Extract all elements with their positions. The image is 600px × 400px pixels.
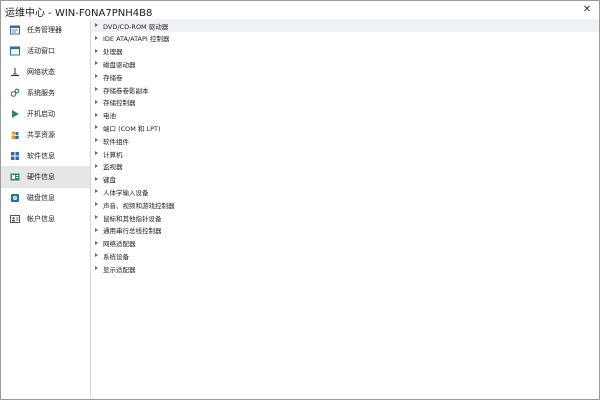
sidebar-item-startup[interactable]: 开机启动 [1, 103, 90, 125]
tree-row-storage-volumes[interactable]: 存储卷 [92, 70, 599, 83]
tree-row-ports[interactable]: 端口 (COM 和 LPT) [92, 121, 599, 134]
tree-row-label: 人体学输入设备 [103, 188, 149, 197]
device-tree: DVD/CD-ROM 驱动器 IDE ATA/ATAPI 控制器 处理器 磁盘驱… [92, 19, 599, 399]
sidebar-item-label: 任务管理器 [27, 26, 62, 34]
tree-row-label: 系统设备 [103, 252, 129, 261]
tree-row-label: 电池 [103, 112, 116, 121]
sidebar-item-label: 软件信息 [27, 152, 55, 160]
tree-row-hid[interactable]: 人体学输入设备 [92, 185, 599, 198]
sidebar-item-services[interactable]: 系统服务 [1, 82, 90, 104]
tree-row-label: 存储卷卷影副本 [103, 86, 149, 95]
tree-row-software-components[interactable]: 软件组件 [92, 134, 599, 147]
sidebar-item-label: 网络状态 [27, 68, 55, 76]
software-icon [10, 151, 20, 161]
sidebar-item-label: 硬件信息 [27, 173, 55, 181]
tree-row-label: 键盘 [103, 176, 116, 185]
expand-chevron-icon[interactable] [95, 266, 98, 271]
tree-row-label: 软件组件 [103, 137, 129, 146]
expand-chevron-icon[interactable] [95, 74, 98, 79]
expand-chevron-icon[interactable] [95, 99, 98, 104]
sidebar-item-network[interactable]: 网络状态 [1, 61, 90, 83]
expand-chevron-icon[interactable] [95, 138, 98, 143]
window-title: 运维中心 - WIN-F0NA7PNH4B8 [5, 8, 153, 19]
close-icon: ✕ [582, 3, 592, 15]
tree-row-sound-video[interactable]: 声音、视频和游戏控制器 [92, 198, 599, 211]
tree-row-display-adapters[interactable]: 显示适配器 [92, 262, 599, 275]
tree-row-volume-shadow-copies[interactable]: 存储卷卷影副本 [92, 83, 599, 96]
tree-row-usb[interactable]: 通用串行总线控制器 [92, 224, 599, 237]
expand-chevron-icon[interactable] [95, 240, 98, 245]
tree-row-label: 通用串行总线控制器 [103, 227, 162, 236]
tree-row-disk-drives[interactable]: 磁盘驱动器 [92, 57, 599, 70]
sidebar-item-label: 磁盘信息 [27, 194, 55, 202]
tree-row-label: 存储控制器 [103, 99, 136, 108]
title-bar: 运维中心 - WIN-F0NA7PNH4B8 ✕ [1, 1, 599, 19]
expand-chevron-icon[interactable] [95, 125, 98, 130]
expand-chevron-icon[interactable] [95, 87, 98, 91]
tree-row-network-adapters[interactable]: 网络适配器 [92, 237, 599, 250]
expand-chevron-icon[interactable] [95, 61, 98, 66]
tree-row-label: 处理器 [103, 48, 123, 57]
expand-chevron-icon[interactable] [95, 176, 98, 181]
sidebar-item-hardware[interactable]: 硬件信息 [1, 166, 90, 188]
sidebar-item-label: 系统服务 [27, 89, 55, 97]
window-icon [10, 46, 20, 56]
expand-chevron-icon[interactable] [95, 112, 98, 117]
expand-chevron-icon[interactable] [95, 253, 98, 258]
tree-row-label: 监视器 [103, 163, 123, 172]
tree-row-mice[interactable]: 鼠标和其他指针设备 [92, 211, 599, 224]
sidebar-item-label: 共享资源 [27, 131, 55, 139]
tree-row-label: 端口 (COM 和 LPT) [103, 124, 161, 133]
share-icon [10, 130, 20, 140]
network-icon [10, 67, 20, 77]
expand-chevron-icon[interactable] [95, 151, 98, 155]
tree-row-label: 磁盘驱动器 [103, 60, 136, 69]
tree-row-monitors[interactable]: 监视器 [92, 160, 599, 173]
close-button[interactable]: ✕ [579, 2, 595, 16]
sidebar-item-account[interactable]: 帐户信息 [1, 208, 90, 230]
sidebar: 任务管理器 活动窗口 网络状态 系统服务 开机启动 共享资源 软件信息 硬件信息… [1, 19, 91, 399]
tree-row-computer[interactable]: 计算机 [92, 147, 599, 160]
sidebar-item-share[interactable]: 共享资源 [1, 124, 90, 146]
tree-row-label: DVD/CD-ROM 驱动器 [103, 22, 169, 31]
tree-row-processor[interactable]: 处理器 [92, 45, 599, 58]
sidebar-item-disk[interactable]: 磁盘信息 [1, 187, 90, 209]
tree-row-label: 网络适配器 [103, 240, 136, 249]
tree-row-dvd-cdrom[interactable]: DVD/CD-ROM 驱动器 [92, 19, 599, 32]
startup-icon [10, 109, 20, 119]
tree-row-label: 计算机 [103, 150, 123, 159]
expand-chevron-icon[interactable] [95, 48, 98, 53]
sidebar-item-task-manager[interactable]: 任务管理器 [1, 19, 90, 41]
tree-row-label: IDE ATA/ATAPI 控制器 [103, 35, 170, 44]
sidebar-item-label: 帐户信息 [27, 215, 55, 223]
sidebar-item-active-windows[interactable]: 活动窗口 [1, 40, 90, 62]
expand-chevron-icon[interactable] [95, 23, 98, 27]
hardware-icon [10, 172, 20, 182]
tree-row-keyboards[interactable]: 键盘 [92, 173, 599, 186]
tree-row-label: 声音、视频和游戏控制器 [103, 201, 175, 210]
expand-chevron-icon[interactable] [95, 35, 98, 40]
tree-row-system-devices[interactable]: 系统设备 [92, 249, 599, 262]
tree-row-label: 存储卷 [103, 73, 123, 82]
expand-chevron-icon[interactable] [95, 189, 98, 194]
sidebar-item-software[interactable]: 软件信息 [1, 145, 90, 167]
tree-row-label: 鼠标和其他指针设备 [103, 214, 162, 223]
tree-row-storage-controllers[interactable]: 存储控制器 [92, 96, 599, 109]
disk-icon [10, 193, 20, 203]
services-icon [10, 88, 20, 98]
sidebar-item-label: 活动窗口 [27, 47, 55, 55]
app-window: 运维中心 - WIN-F0NA7PNH4B8 ✕ 任务管理器 活动窗口 网络状态 [0, 0, 600, 400]
sidebar-item-label: 开机启动 [27, 110, 55, 118]
expand-chevron-icon[interactable] [95, 227, 98, 232]
expand-chevron-icon[interactable] [95, 215, 98, 219]
expand-chevron-icon[interactable] [95, 163, 98, 168]
account-icon [10, 214, 20, 224]
tree-row-battery[interactable]: 电池 [92, 109, 599, 122]
tree-row-ide[interactable]: IDE ATA/ATAPI 控制器 [92, 32, 599, 45]
tree-row-label: 显示适配器 [103, 265, 136, 274]
task-manager-icon [10, 25, 20, 35]
expand-chevron-icon[interactable] [95, 202, 98, 207]
